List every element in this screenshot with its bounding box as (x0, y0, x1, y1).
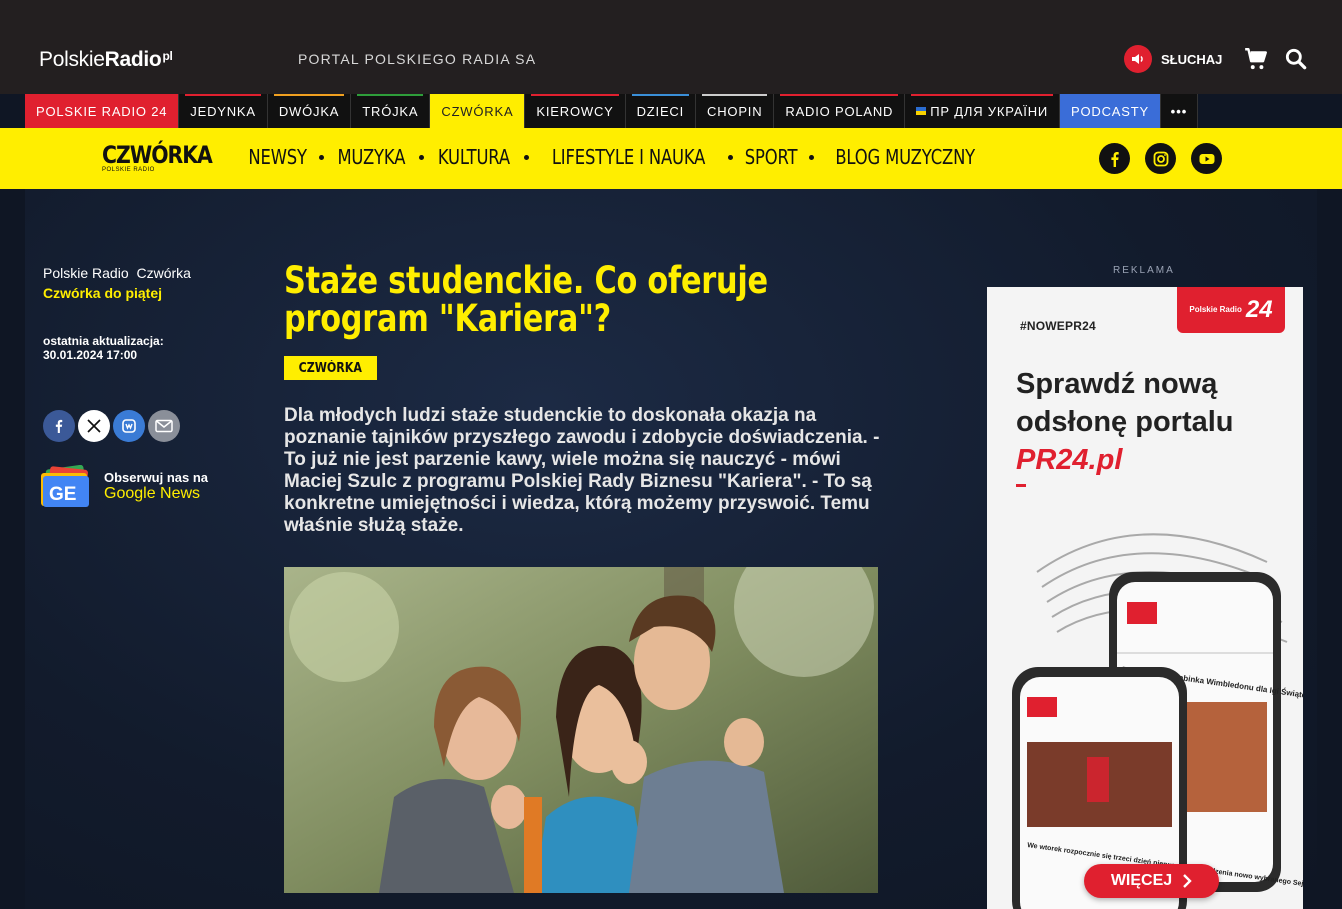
ad-dash (1016, 484, 1026, 487)
ad-headline: Sprawdź nową odsłonę portalu PR24.pl (1016, 365, 1286, 479)
czworka-logo-text: CZWÓRKA (102, 141, 213, 169)
share-x-icon[interactable] (78, 410, 110, 442)
channel-nav-blog[interactable]: BLOG MUZYCZNY (835, 145, 975, 169)
station-tab-ukraine[interactable]: ПР ДЛЯ УКРАЇНИ (905, 94, 1061, 128)
station-tab-jedynka[interactable]: JEDYNKA (179, 94, 268, 128)
program-link[interactable]: Czwórka do piątej (43, 285, 162, 301)
portal-title: PORTAL POLSKIEGO RADIA SA (298, 51, 537, 67)
article-tag[interactable]: CZWÓRKA (284, 356, 377, 380)
social-links (1099, 143, 1222, 174)
station-label: KIEROWCY (536, 103, 614, 119)
google-news-line1: Obserwuj nas na (104, 470, 209, 485)
station-tab-kierowcy[interactable]: KIEROWCY (525, 94, 626, 128)
channel-nav: NEWSY MUZYKA KULTURA LIFESTYLE I NAUKA S… (242, 145, 990, 169)
google-news-line2: Google News (104, 485, 201, 502)
channel-nav-lifestyle[interactable]: LIFESTYLE I NAUKA (552, 145, 706, 169)
share-facebook-icon[interactable] (43, 410, 75, 442)
station-tab-pr24[interactable]: POLSKIE RADIO 24 (25, 94, 180, 128)
advertisement-banner[interactable]: #NOWEPR24 Polskie Radio 24 Sprawdź nową … (987, 287, 1303, 909)
station-label: TRÓJKA (362, 103, 419, 119)
breadcrumb: Polskie Radio Czwórka (43, 265, 195, 281)
ad-headline-line3: PR24.pl (1016, 444, 1123, 476)
share-wykop-icon[interactable] (113, 410, 145, 442)
station-label: DZIECI (636, 103, 685, 119)
pr24-logo: Polskie Radio 24 (1177, 287, 1285, 333)
youtube-icon[interactable] (1191, 143, 1222, 174)
ad-more-button[interactable]: WIĘCEJ (1084, 864, 1219, 898)
ad-label: REKLAMA (1113, 265, 1175, 276)
channel-nav-newsy[interactable]: NEWSY (248, 145, 307, 169)
nav-separator (727, 154, 733, 160)
article-title: Staże studenckie. Co oferuje program "Ka… (284, 259, 768, 340)
article-tag-label: CZWÓRKA (298, 360, 362, 376)
speaker-icon (1124, 45, 1152, 73)
station-label: DWÓJKA (278, 103, 340, 119)
station-label: PODCASTY (1071, 103, 1149, 119)
listen-label: SŁUCHAJ (1161, 51, 1223, 67)
nav-separator (319, 154, 325, 160)
stations-nav: POLSKIE RADIO 24 JEDYNKA DWÓJKA TRÓJKA C… (25, 94, 1198, 128)
station-tab-dwojka[interactable]: DWÓJKA (268, 94, 352, 128)
top-header: PolskieRadiopl PORTAL POLSKIEGO RADIA SA… (0, 0, 1342, 94)
station-tab-podcasty[interactable]: PODCASTY (1060, 94, 1161, 128)
station-tab-czworka[interactable]: CZWÓRKA (430, 94, 526, 128)
listen-button[interactable]: SŁUCHAJ (1124, 45, 1222, 73)
station-tab-dzieci[interactable]: DZIECI (626, 94, 697, 128)
article-lead: Dla młodych ludzi staże studenckie to do… (284, 405, 880, 536)
polskieradio-logo[interactable]: PolskieRadiopl (39, 48, 173, 72)
instagram-icon[interactable] (1145, 143, 1176, 174)
update-date: 30.01.2024 17:00 (43, 348, 138, 362)
ad-hashtag: #NOWEPR24 (1020, 319, 1096, 333)
channel-nav-muzyka[interactable]: MUZYKA (338, 145, 406, 169)
pr24-logo-small: Polskie Radio (1189, 305, 1242, 314)
breadcrumb-item-czworka[interactable]: Czwórka (137, 265, 191, 281)
share-email-icon[interactable] (148, 410, 180, 442)
ad-more-label: WIĘCEJ (1110, 872, 1173, 889)
station-tab-trojka[interactable]: TRÓJKA (351, 94, 431, 128)
ukraine-flag-icon (916, 107, 927, 115)
station-label: JEDYNKA (190, 103, 256, 119)
share-buttons (43, 410, 180, 442)
logo-text-sup: pl (162, 49, 173, 63)
channel-nav-sport[interactable]: SPORT (745, 145, 798, 169)
station-label: CZWÓRKA (441, 103, 514, 119)
facebook-icon[interactable] (1099, 143, 1130, 174)
chevron-right-icon (1183, 874, 1192, 888)
breadcrumb-item-polskie-radio[interactable]: Polskie Radio (43, 265, 129, 281)
more-stations-button[interactable]: ••• (1161, 94, 1198, 128)
logo-text-main: Polskie (39, 48, 105, 71)
update-label: ostatnia aktualizacja: (43, 334, 164, 348)
ad-headline-line2: odsłonę portalu (1016, 406, 1234, 438)
station-label: ПР ДЛЯ УКРАЇНИ (930, 103, 1049, 119)
nav-separator (419, 154, 425, 160)
logo-text-bold: Radio (104, 48, 162, 71)
station-tab-radio-poland[interactable]: RADIO POLAND (774, 94, 906, 128)
nav-separator (523, 154, 529, 160)
channel-bar: CZWÓRKA POLSKIE RADIO NEWSY MUZYKA KULTU… (0, 128, 1342, 189)
station-label: CHOPIN (707, 103, 763, 119)
google-news-link[interactable]: GE Obserwuj nas na Google News (39, 465, 208, 508)
pr24-logo-big: 24 (1245, 296, 1273, 323)
station-label: RADIO POLAND (785, 103, 894, 119)
ad-headline-line1: Sprawdź nową (1016, 368, 1218, 400)
nav-separator (809, 154, 815, 160)
station-tab-chopin[interactable]: CHOPIN (696, 94, 775, 128)
channel-nav-kultura[interactable]: KULTURA (438, 145, 510, 169)
google-news-icon: GE (41, 465, 89, 507)
search-icon[interactable] (1283, 46, 1309, 72)
ad-illustration: Tak wygląda drabinka Wimbledonu dla Igi … (1012, 533, 1303, 909)
article-photo[interactable] (284, 567, 878, 893)
svg-text:GE: GE (49, 484, 76, 505)
cart-icon[interactable] (1243, 46, 1269, 72)
czworka-logo[interactable]: CZWÓRKA POLSKIE RADIO (102, 141, 231, 173)
station-label: POLSKIE RADIO 24 (36, 103, 168, 119)
